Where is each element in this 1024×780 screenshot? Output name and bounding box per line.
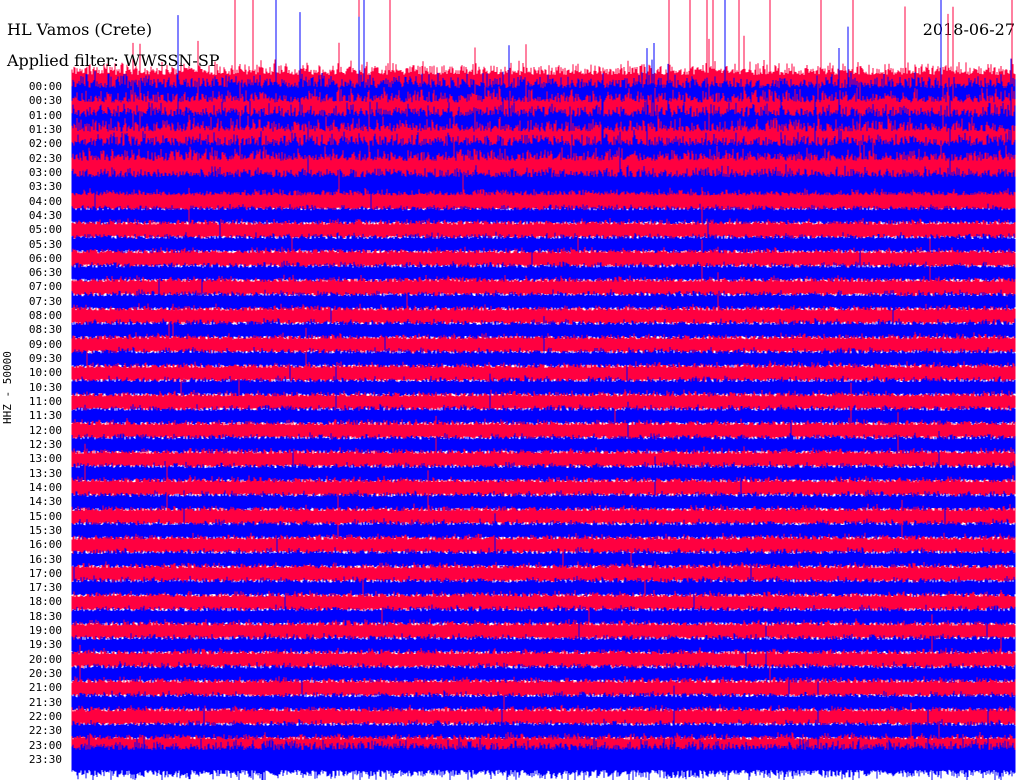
helicorder-plot (71, 0, 1016, 780)
filter-label: Applied filter: WWSSN-SP (7, 51, 220, 70)
